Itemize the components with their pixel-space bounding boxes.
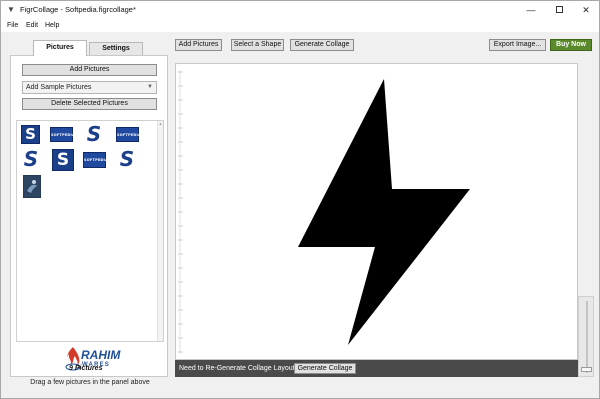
maximize-button[interactable] [545,1,573,19]
thumbnail-glyph: SOFTPEDIA [84,158,108,162]
menu-help[interactable]: Help [45,21,59,30]
menu-bar: File Edit Help [1,19,599,32]
maximize-icon [555,6,563,14]
export-image-button[interactable]: Export Image... [489,39,546,51]
regenerate-bar: Need to Re-Generate Collage Layout Gener… [175,360,578,377]
close-button[interactable]: ✕ [572,1,600,19]
picture-count: 9 Pictures [69,365,103,372]
tab-pictures[interactable]: Pictures [33,40,87,56]
tab-settings[interactable]: Settings [89,42,143,55]
lightning-bolt-shape [298,79,470,345]
app-icon[interactable]: ▼ [6,5,16,15]
collage-canvas[interactable] [175,63,578,360]
watermark-title: RAHIM [81,348,121,362]
buy-now-button[interactable]: Buy Now [550,39,592,51]
left-panel: Pictures Settings Add Pictures Add Sampl… [10,40,168,386]
photo-thumbnail-image [24,176,40,197]
sample-pictures-dropdown[interactable]: Add Sample Pictures ▼ [22,81,157,94]
chevron-down-icon: ▼ [147,84,153,90]
delete-selected-button[interactable]: Delete Selected Pictures [22,98,157,110]
thumbnail-item[interactable]: S [84,124,104,145]
window-title: FigrCollage - Softpedia.figrcollage* [20,5,136,14]
scroll-up-icon[interactable]: ▲ [158,121,163,127]
select-shape-button[interactable]: Select a Shape [231,39,284,51]
thumbnail-glyph: SOFTPEDIA [51,133,75,137]
thumbnail-item[interactable]: S [52,149,74,171]
generate-collage-button[interactable]: Generate Collage [290,39,354,51]
thumbnail-item[interactable]: SOFTPEDIA [83,152,108,168]
thumbnail-glyph: SOFTPEDIA [117,133,141,137]
thumbnail-glyph: S [86,122,102,146]
thumbnail-glyph: S [56,150,70,170]
thumbnail-item[interactable]: S [116,149,138,171]
menu-file[interactable]: File [7,21,18,30]
thumbnail-item[interactable]: S [20,149,42,171]
thumbnail-item[interactable]: SOFTPEDIA [50,127,75,142]
sample-pictures-value: Add Sample Pictures [26,84,92,91]
thumbnail-item[interactable]: S [21,125,40,144]
thumbnail-scrollbar[interactable]: ▲ [157,121,163,341]
zoom-track [586,301,588,373]
add-pictures-toolbar-button[interactable]: Add Pictures [175,39,222,51]
add-pictures-button[interactable]: Add Pictures [22,64,157,76]
collage-canvas-drawing [178,70,470,354]
pictures-tab-panel: Add Pictures Add Sample Pictures ▼ Delet… [10,55,168,386]
regenerate-message: Need to Re-Generate Collage Layout [179,365,295,372]
zoom-handle[interactable] [581,367,592,372]
title-bar: ▼ FigrCollage - Softpedia.figrcollage* —… [1,1,599,19]
app-window: ▼ FigrCollage - Softpedia.figrcollage* —… [0,0,600,399]
thumbnail-list[interactable]: S SOFTPEDIA S SOFTPEDIA S S SOFTPEDIA S … [16,120,164,342]
thumbnail-glyph: S [119,147,135,171]
drag-hint: Drag a few pictures in the panel above [30,379,150,386]
generate-collage-bottom-button[interactable]: Generate Collage [294,363,356,374]
thumbnail-glyph: S [23,147,39,171]
menu-edit[interactable]: Edit [26,21,38,30]
minimize-button[interactable]: — [517,1,545,19]
thumbnail-item[interactable]: SOFTPEDIA [116,127,141,142]
zoom-slider[interactable] [578,296,594,377]
thumbnail-glyph: S [25,125,36,143]
thumbnail-item[interactable] [23,175,41,198]
